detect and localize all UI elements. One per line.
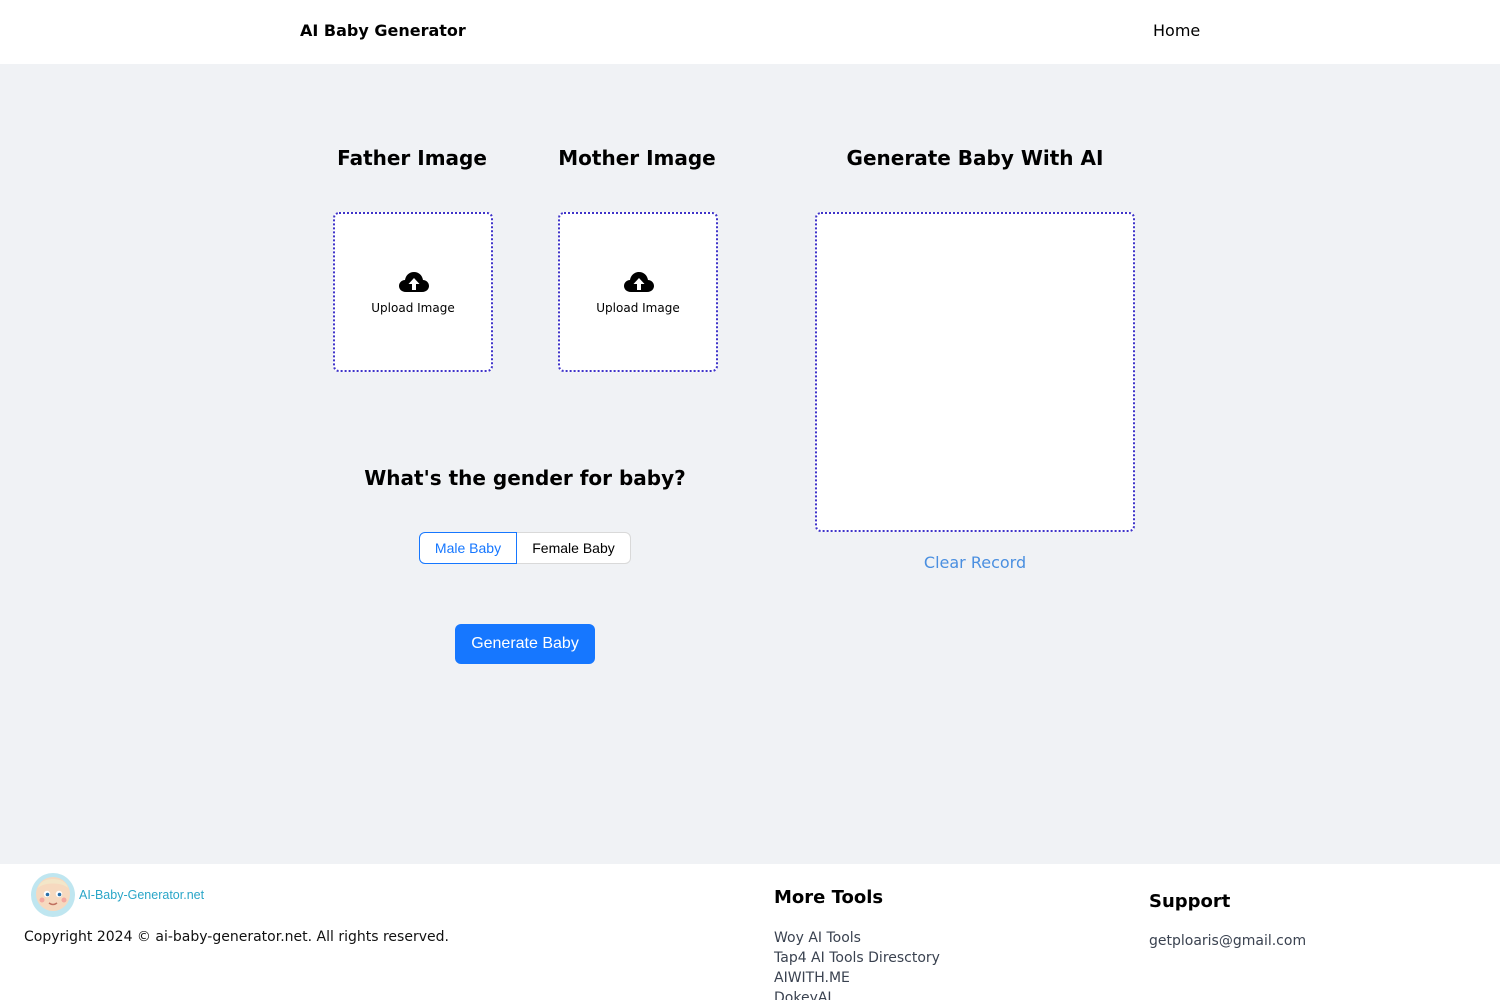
cloud-upload-icon [399,272,429,292]
copyright-text: Copyright 2024 © ai-baby-generator.net. … [24,929,449,945]
gender-option-female[interactable]: Female Baby [516,532,631,564]
mother-upload-label: Upload Image [596,301,680,315]
clear-record-link[interactable]: Clear Record [775,553,1175,573]
father-upload-dropzone[interactable]: Upload Image [333,212,493,372]
father-image-title: Father Image [337,146,487,170]
tool-link-woy[interactable]: Woy AI Tools [774,928,940,948]
site-footer: AI-Baby-Generator.net Copyright 2024 © a… [0,864,1500,1000]
tool-link-dokeyai[interactable]: DokeyAI [774,988,940,1000]
tool-link-tap4[interactable]: Tap4 AI Tools Diresctory [774,948,940,968]
gender-option-male[interactable]: Male Baby [419,532,517,564]
gender-question: What's the gender for baby? [364,466,686,490]
cloud-upload-icon [624,272,654,292]
nav-home-link[interactable]: Home [1153,21,1200,41]
mother-upload-dropzone[interactable]: Upload Image [558,212,718,372]
support-title: Support [1149,891,1231,912]
logo-text: AI-Baby-Generator.net [79,888,205,902]
generated-baby-preview [815,212,1135,532]
site-brand[interactable]: AI Baby Generator [300,21,466,41]
more-tools-list: Woy AI Tools Tap4 AI Tools Diresctory AI… [774,928,940,1000]
tool-link-aiwith[interactable]: AIWITH.ME [774,968,940,988]
generate-baby-title: Generate Baby With AI [846,146,1104,170]
father-upload-label: Upload Image [371,301,455,315]
support-email-link[interactable]: getploaris@gmail.com [1149,932,1306,950]
site-logo: AI-Baby-Generator.net [31,873,205,917]
mother-image-title: Mother Image [558,146,716,170]
generate-baby-button[interactable]: Generate Baby [455,624,595,664]
more-tools-title: More Tools [774,887,884,908]
top-nav-bar: AI Baby Generator Home [0,0,1500,64]
